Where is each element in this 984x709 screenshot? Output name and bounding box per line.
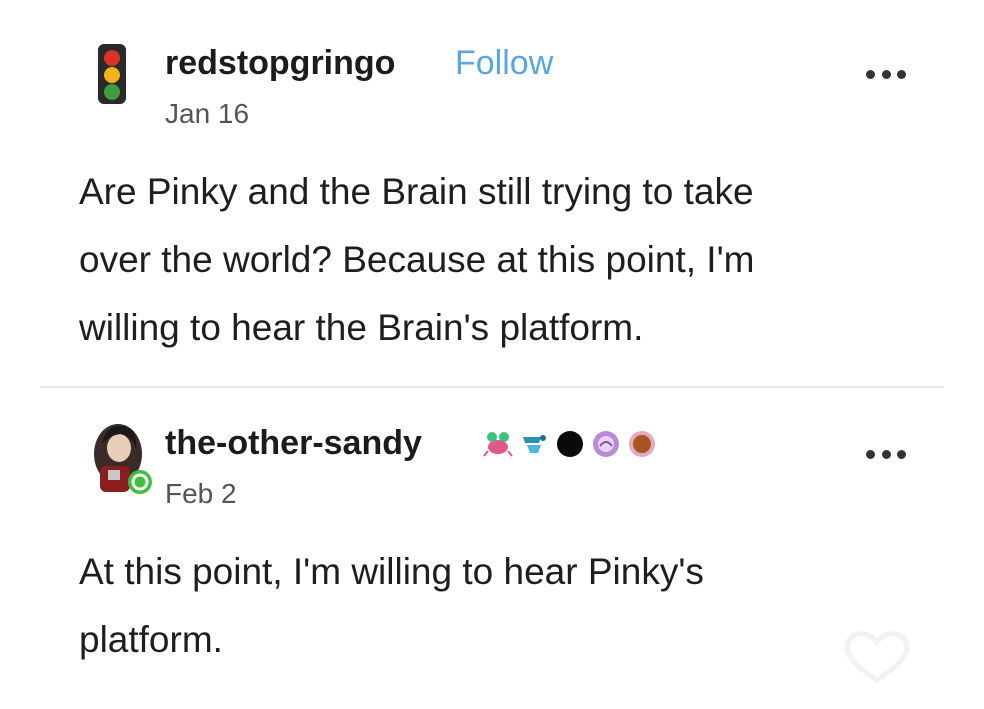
profile-photo-avatar[interactable]: [88, 418, 154, 498]
follow-button[interactable]: Follow: [455, 44, 553, 83]
traffic-light-icon[interactable]: [96, 42, 128, 106]
more-options-icon[interactable]: [866, 66, 906, 82]
post-body-line: At this point, I'm willing to hear Pinky…: [79, 551, 704, 592]
post-date[interactable]: Feb 2: [165, 478, 237, 510]
wave-badge-icon[interactable]: [519, 429, 549, 459]
post-body-line: platform.: [79, 619, 223, 660]
brown-badge-icon[interactable]: [627, 429, 657, 459]
post-date[interactable]: Jan 16: [165, 98, 249, 130]
user-badges: [483, 424, 657, 464]
more-options-icon[interactable]: [866, 446, 906, 462]
post-username[interactable]: the-other-sandy: [165, 424, 422, 463]
post-body: Are Pinky and the Brain still trying to …: [79, 158, 919, 362]
post-username[interactable]: redstopgringo: [165, 44, 395, 83]
post-body-line: willing to hear the Brain's platform.: [79, 307, 644, 348]
black-circle-badge-icon[interactable]: [555, 429, 585, 459]
post-body-line: over the world? Because at this point, I…: [79, 239, 755, 280]
reblog-post-redstopgringo: redstopgringo Follow Jan 16 Are Pinky an…: [0, 0, 984, 385]
purple-badge-icon[interactable]: [591, 429, 621, 459]
crab-badge-icon[interactable]: [483, 429, 513, 459]
post-divider: [40, 386, 944, 388]
heart-watermark-icon: [844, 631, 910, 683]
post-body: At this point, I'm willing to hear Pinky…: [79, 538, 879, 674]
post-body-line: Are Pinky and the Brain still trying to …: [79, 171, 754, 212]
